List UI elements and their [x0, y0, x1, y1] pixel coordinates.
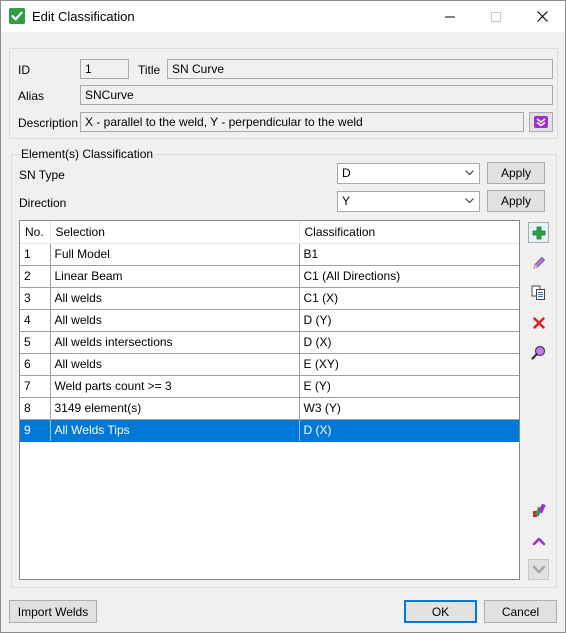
row-classification: D (X) [299, 419, 519, 442]
find-button[interactable] [528, 342, 549, 363]
copy-icon [531, 285, 545, 300]
column-header-selection[interactable]: Selection [50, 221, 300, 244]
row-classification: E (Y) [299, 375, 519, 398]
add-button[interactable] [528, 222, 549, 243]
minimize-icon [445, 16, 455, 18]
direction-label: Direction [19, 196, 67, 210]
alias-label: Alias [18, 89, 45, 103]
row-number: 6 [20, 353, 51, 376]
row-classification: D (X) [299, 331, 519, 354]
classification-group-title: Element(s) Classification [19, 147, 156, 161]
description-field[interactable]: X - parallel to the weld, Y - perpendicu… [80, 112, 524, 132]
row-number: 5 [20, 331, 51, 354]
edit-button[interactable] [528, 252, 549, 273]
row-selection: All welds intersections [50, 331, 300, 354]
add-icon [532, 226, 545, 239]
close-icon [536, 11, 548, 23]
table-row[interactable]: 6 All welds E (XY) [20, 353, 519, 376]
column-header-no[interactable]: No. [20, 221, 51, 244]
id-field[interactable]: 1 [80, 59, 129, 79]
table-row[interactable]: 4 All welds D (Y) [20, 309, 519, 332]
table-row-selected[interactable]: 9 All Welds Tips D (X) [20, 419, 519, 442]
row-selection: All welds [50, 287, 300, 310]
title-label: Title [138, 63, 161, 77]
classification-table[interactable]: No. Selection Classification 1 Full Model… [19, 220, 520, 580]
close-button[interactable] [519, 1, 565, 32]
move-down-icon [532, 565, 545, 573]
row-number: 8 [20, 397, 51, 420]
edit-classification-dialog: Edit Classification ID 1 Title SN Curve … [0, 0, 566, 633]
delete-icon [532, 316, 545, 329]
direction-select[interactable]: Y [337, 191, 480, 212]
row-number: 2 [20, 265, 51, 288]
table-row[interactable]: 7 Weld parts count >= 3E (Y) [20, 375, 519, 398]
row-selection: All welds [50, 353, 300, 376]
maximize-button[interactable] [473, 1, 519, 32]
direction-value: Y [342, 194, 351, 208]
row-classification: W3 (Y) [299, 397, 519, 420]
import-welds-button[interactable]: Import Welds [9, 600, 97, 623]
title-field[interactable]: SN Curve [167, 59, 553, 79]
alias-field[interactable]: SNCurve [80, 85, 553, 105]
copy-button[interactable] [528, 282, 549, 303]
row-classification: B1 [299, 243, 519, 266]
double-chevron-down-icon [534, 116, 548, 128]
table-header: No. Selection Classification [20, 221, 519, 244]
row-selection: All Welds Tips [50, 419, 300, 442]
ok-button[interactable]: OK [404, 600, 477, 623]
maximize-icon [491, 11, 501, 22]
color-icon [533, 503, 546, 517]
cancel-button[interactable]: Cancel [484, 600, 557, 623]
magnify-icon [531, 345, 546, 360]
sn-type-value: D [342, 166, 351, 180]
chevron-down-icon [465, 170, 474, 176]
delete-button[interactable] [528, 312, 549, 333]
check-icon [9, 8, 25, 24]
description-label: Description [18, 116, 79, 130]
description-expand-button[interactable] [529, 112, 553, 132]
title-bar: Edit Classification [1, 1, 565, 32]
row-classification: C1 (All Directions) [299, 265, 519, 288]
row-selection: 3149 element(s) [50, 397, 300, 420]
row-selection: Full Model [50, 243, 300, 266]
row-number: 3 [20, 287, 51, 310]
row-number: 9 [20, 419, 51, 442]
table-row[interactable]: 2 Linear Beam C1 (All Directions) [20, 265, 519, 288]
color-button[interactable] [528, 500, 549, 521]
chevron-down-icon [465, 198, 474, 204]
move-up-button[interactable] [528, 530, 549, 551]
row-selection: Weld parts count >= 3 [50, 375, 300, 398]
column-header-classification[interactable]: Classification [299, 221, 519, 244]
move-up-icon [532, 537, 545, 545]
row-number: 7 [20, 375, 51, 398]
row-selection: Linear Beam [50, 265, 300, 288]
row-number: 1 [20, 243, 51, 266]
id-label: ID [18, 63, 30, 77]
row-classification: D (Y) [299, 309, 519, 332]
table-row[interactable]: 1 Full Model B1 [20, 243, 519, 266]
apply-sn-type-button[interactable]: Apply [487, 162, 545, 184]
table-row[interactable]: 3 All welds C1 (X) [20, 287, 519, 310]
minimize-button[interactable] [427, 1, 473, 32]
table-row[interactable]: 8 3149 element(s) W3 (Y) [20, 397, 519, 420]
table-row[interactable]: 5 All welds intersections D (X) [20, 331, 519, 354]
apply-direction-button[interactable]: Apply [487, 190, 545, 212]
row-number: 4 [20, 309, 51, 332]
edit-icon [532, 256, 545, 269]
move-down-button[interactable] [528, 559, 549, 580]
sn-type-label: SN Type [19, 168, 65, 182]
row-classification: C1 (X) [299, 287, 519, 310]
sn-type-select[interactable]: D [337, 163, 480, 184]
row-classification: E (XY) [299, 353, 519, 376]
row-selection: All welds [50, 309, 300, 332]
window-title: Edit Classification [32, 9, 135, 24]
